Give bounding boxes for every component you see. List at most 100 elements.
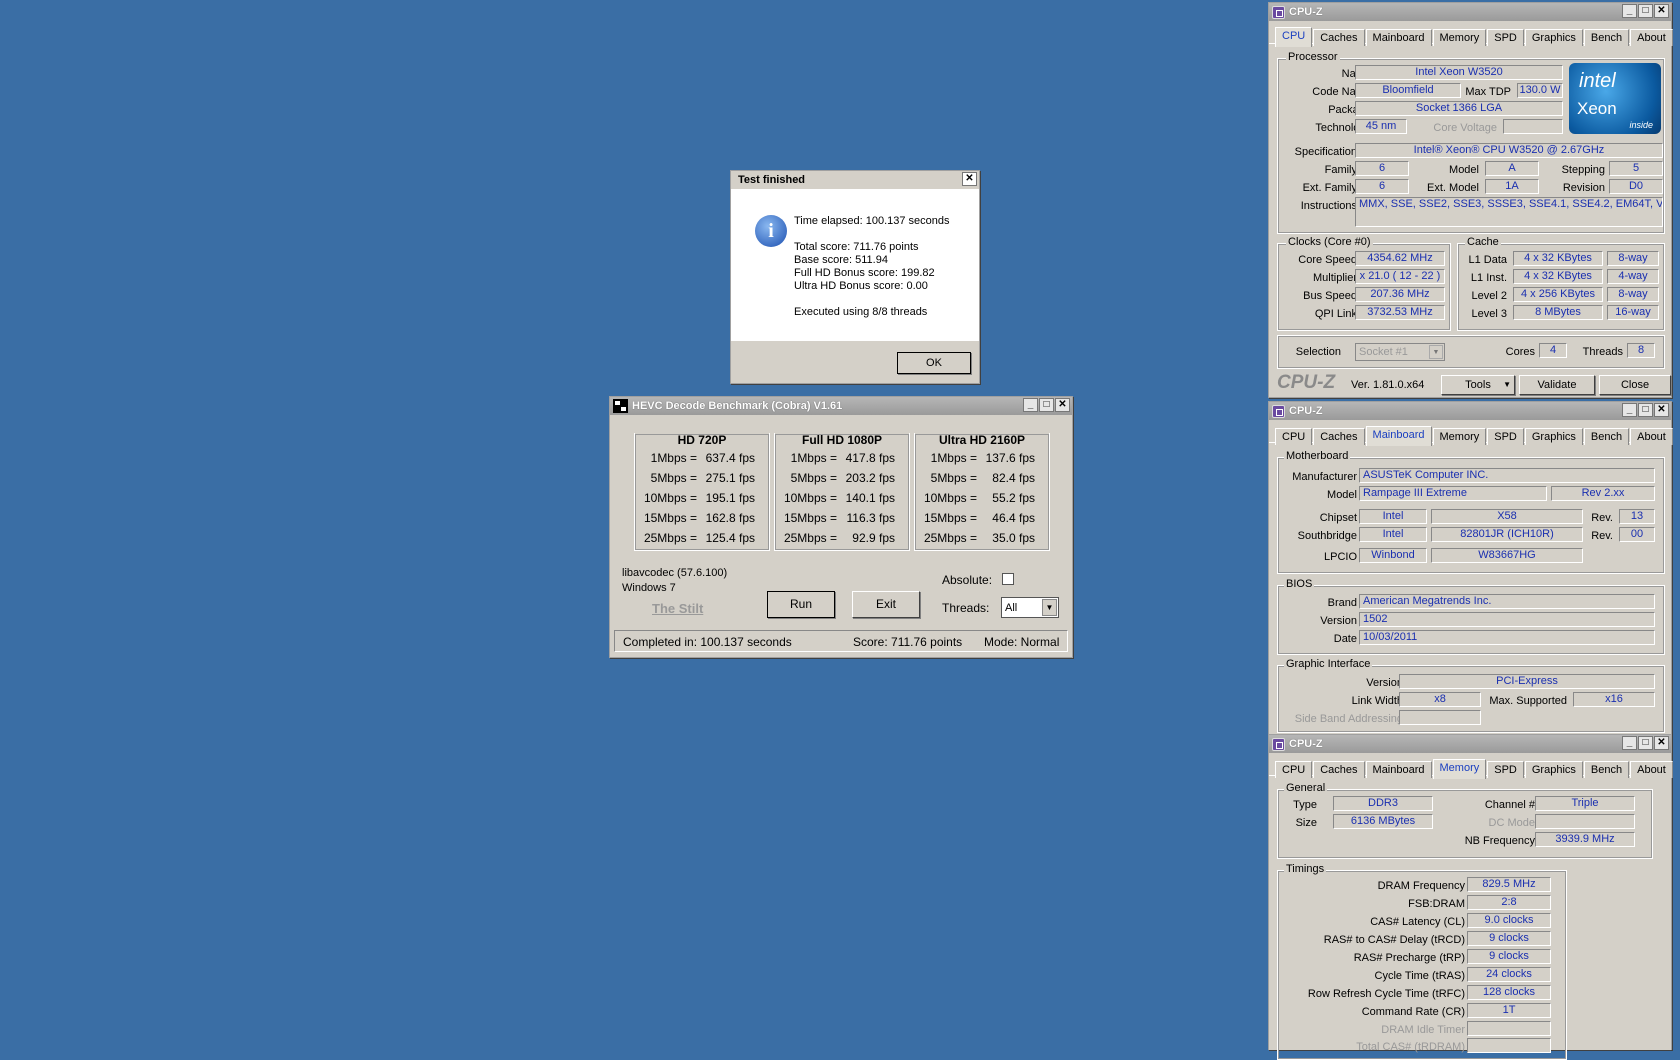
level2-label: Level 2 [1471, 290, 1507, 302]
rate-label: 25Mbps = [783, 531, 837, 545]
cache-label: Cache [1465, 236, 1501, 248]
model-value: A [1485, 161, 1539, 176]
tab-bench[interactable]: Bench [1583, 29, 1630, 46]
ok-button[interactable]: OK [897, 352, 971, 374]
model-value: Rampage III Extreme [1359, 486, 1547, 501]
timing-label: DRAM Frequency [1377, 880, 1465, 892]
corespeed-label: Core Speed [1298, 254, 1357, 266]
tab-caches[interactable]: Caches [1313, 761, 1365, 778]
name-value: Intel Xeon W3520 [1355, 65, 1563, 80]
exit-button[interactable]: Exit [852, 591, 920, 618]
maximize-icon[interactable]: □ [1638, 4, 1653, 18]
cpuz-titlebar[interactable]: CPU-Z _ □ ✕ [1269, 3, 1671, 21]
socket-value: Socket #1 [1359, 346, 1408, 358]
cpuz-titlebar[interactable]: CPU-Z _ □ ✕ [1269, 735, 1671, 753]
tab-memory[interactable]: Memory [1432, 428, 1487, 445]
tab-about[interactable]: About [1630, 428, 1673, 445]
chevron-down-icon[interactable]: ▼ [1503, 376, 1511, 394]
bench-titlebar[interactable]: HEVC Decode Benchmark (Cobra) V1.61 _ □ … [610, 397, 1072, 415]
run-button[interactable]: Run [767, 591, 835, 618]
timing-label: DRAM Idle Timer [1381, 1024, 1465, 1036]
dialog-titlebar[interactable]: Test finished ✕ [731, 171, 979, 189]
time-elapsed: Time elapsed: 100.137 seconds [794, 215, 950, 227]
timing-value: 9 clocks [1467, 949, 1551, 964]
logo-xeon: Xeon [1577, 99, 1617, 118]
chipset-label: Chipset [1319, 512, 1357, 524]
status-bar: Completed in: 100.137 seconds Score: 711… [614, 630, 1068, 652]
cpuz-icon [1272, 404, 1285, 418]
tab-about[interactable]: About [1630, 29, 1673, 46]
model-label: Model [1449, 164, 1479, 176]
bios-date-value: 10/03/2011 [1359, 630, 1655, 645]
cores-label: Cores [1505, 346, 1535, 358]
fps-value: 92.9 fps [852, 531, 895, 545]
tab-graphics[interactable]: Graphics [1524, 761, 1583, 778]
southbridge-label: Southbridge [1297, 530, 1357, 542]
status-score: Score: 711.76 points [853, 635, 963, 649]
close-icon[interactable]: ✕ [962, 172, 977, 186]
close-icon[interactable]: ✕ [1654, 736, 1669, 750]
cpuz-titlebar[interactable]: CPU-Z _ □ ✕ [1269, 402, 1671, 420]
tab-caches[interactable]: Caches [1313, 29, 1365, 46]
tab-spd[interactable]: SPD [1487, 761, 1524, 778]
tab-about[interactable]: About [1630, 761, 1673, 778]
minimize-icon[interactable]: _ [1023, 398, 1038, 412]
close-icon[interactable]: ✕ [1654, 403, 1669, 417]
status-mode: Mode: Normal [984, 635, 1060, 649]
sideband-label: Side Band Addressing [1294, 713, 1403, 725]
package-value: Socket 1366 LGA [1355, 101, 1563, 116]
close-icon[interactable]: ✕ [1055, 398, 1070, 412]
rate-label: 1Mbps = [650, 451, 697, 465]
absolute-checkbox[interactable] [1002, 573, 1014, 585]
hd720-column: HD 720P 1Mbps = 637.4 fps 5Mbps = 275.1 fp… [634, 433, 770, 551]
timing-value: 128 clocks [1467, 985, 1551, 1000]
rate-label: 15Mbps = [923, 511, 977, 525]
cpuz-icon [1272, 5, 1285, 19]
socket-select[interactable]: Socket #1 ▼ [1355, 343, 1445, 361]
threads-select[interactable]: All ▼ [1001, 597, 1059, 618]
linkwidth-value: x8 [1399, 692, 1481, 707]
minimize-icon[interactable]: _ [1622, 403, 1637, 417]
threads-used: Executed using 8/8 threads [794, 306, 928, 318]
chipset-value: X58 [1431, 509, 1583, 524]
tab-graphics[interactable]: Graphics [1524, 428, 1583, 445]
family-value: 6 [1355, 161, 1409, 176]
tools-button[interactable]: Tools ▼ [1441, 375, 1515, 395]
tab-graphics[interactable]: Graphics [1524, 29, 1583, 46]
southbridge-vendor: Intel [1359, 527, 1427, 542]
tab-bench[interactable]: Bench [1583, 428, 1630, 445]
l1data-label: L1 Data [1468, 254, 1507, 266]
validate-button[interactable]: Validate [1519, 375, 1595, 395]
maximize-icon[interactable]: □ [1638, 736, 1653, 750]
rate-label: 5Mbps = [650, 471, 697, 485]
close-button[interactable]: Close [1599, 375, 1671, 395]
window-title: CPU-Z [1289, 405, 1323, 417]
tab-mainboard[interactable]: Mainboard [1365, 761, 1432, 778]
tab-memory[interactable]: Memory [1432, 759, 1487, 779]
maximize-icon[interactable]: □ [1039, 398, 1054, 412]
tab-cpu[interactable]: CPU [1275, 761, 1313, 778]
tab-mainboard[interactable]: Mainboard [1365, 29, 1432, 46]
os-name: Windows 7 [622, 582, 676, 594]
column-header: Ultra HD 2160P [915, 433, 1049, 447]
tab-mainboard[interactable]: Mainboard [1365, 426, 1432, 446]
author-link[interactable]: The Stilt [652, 601, 703, 616]
tab-cpu[interactable]: CPU [1275, 428, 1313, 445]
tab-cpu[interactable]: CPU [1275, 27, 1313, 47]
chevron-down-icon[interactable]: ▼ [1429, 345, 1443, 359]
revision-value: D0 [1609, 179, 1663, 194]
multiplier-label: Multiplier [1312, 272, 1357, 284]
bios-version-value: 1502 [1359, 612, 1655, 627]
tab-spd[interactable]: SPD [1487, 29, 1524, 46]
tab-bench[interactable]: Bench [1583, 761, 1630, 778]
chevron-down-icon[interactable]: ▼ [1042, 599, 1057, 616]
minimize-icon[interactable]: _ [1622, 736, 1637, 750]
tab-spd[interactable]: SPD [1487, 428, 1524, 445]
status-completed: Completed in: 100.137 seconds [623, 635, 792, 649]
tab-memory[interactable]: Memory [1432, 29, 1487, 46]
tab-caches[interactable]: Caches [1313, 428, 1365, 445]
close-icon[interactable]: ✕ [1654, 4, 1669, 18]
minimize-icon[interactable]: _ [1622, 4, 1637, 18]
timing-label: FSB:DRAM [1408, 898, 1465, 910]
maximize-icon[interactable]: □ [1638, 403, 1653, 417]
